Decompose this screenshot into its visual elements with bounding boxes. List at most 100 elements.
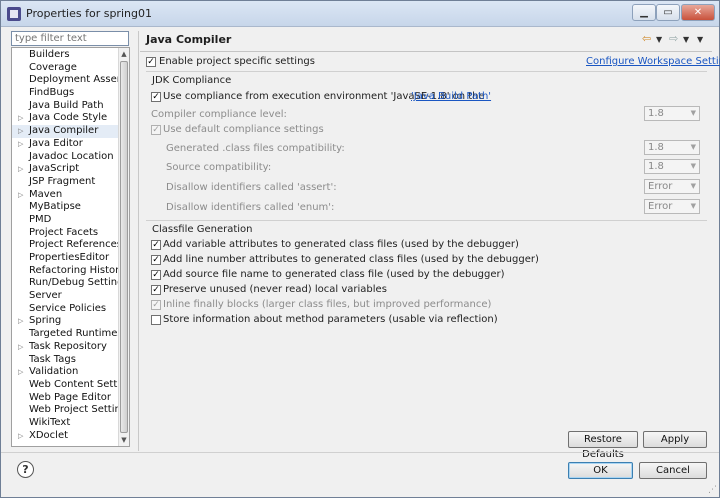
expand-arrow-icon[interactable]: ▷ [18, 163, 23, 176]
tree-item-label: Server [29, 290, 62, 302]
assert-identifier-label: Disallow identifiers called 'assert': [166, 182, 337, 193]
tree-item[interactable]: ▷ Maven [12, 189, 118, 202]
enum-identifier-select[interactable]: Error ▼ [644, 199, 700, 214]
scroll-thumb[interactable] [120, 61, 128, 433]
scroll-up-icon[interactable]: ▲ [119, 48, 129, 60]
classfile-option-checkbox[interactable]: ✓ [151, 240, 161, 250]
tree-item[interactable]: ▷ Java Compiler [12, 125, 118, 138]
classfile-option-checkbox[interactable]: ✓ [151, 270, 161, 280]
tree-item[interactable]: ▷ XDoclet [12, 430, 118, 443]
classfile-option-checkbox[interactable]: ✓ [151, 300, 161, 310]
restore-defaults-button[interactable]: Restore Defaults [568, 431, 638, 460]
tree-item[interactable]: Web Project Settings [12, 404, 129, 417]
assert-identifier-select[interactable]: Error ▼ [644, 179, 700, 194]
assert-identifier-value: Error [648, 181, 673, 192]
generated-compat-select[interactable]: 1.8 ▼ [644, 140, 700, 155]
tree-item-label: Javadoc Location [29, 150, 114, 162]
expand-arrow-icon[interactable]: ▷ [18, 315, 23, 328]
tree-item-label: Task Tags [29, 353, 76, 365]
enable-project-specific-checkbox[interactable]: ✓ [146, 57, 156, 67]
classfile-option-label: Preserve unused (never read) local varia… [163, 284, 387, 295]
ok-button[interactable]: OK [568, 462, 633, 479]
tree-item-label: Java Code Style [29, 112, 108, 124]
maximize-button[interactable]: ▭ [656, 4, 680, 21]
chevron-down-icon: ▼ [690, 182, 696, 190]
tree-item[interactable]: ▷ Validation [12, 366, 118, 379]
property-page-tree[interactable]: BuildersCoverageDeployment AssemblyFindB… [11, 47, 130, 447]
tree-item[interactable]: Web Page Editor [12, 392, 118, 405]
classfile-option-checkbox[interactable]: ✓ [151, 285, 161, 295]
tree-item-label: JSP Fragment [29, 175, 96, 187]
expand-arrow-icon[interactable]: ▷ [18, 366, 23, 379]
chevron-down-icon: ▼ [690, 162, 696, 170]
expand-arrow-icon[interactable]: ▷ [18, 430, 23, 443]
tree-item[interactable]: ▷ Spring [12, 315, 118, 328]
header-divider [140, 51, 712, 52]
tree-item-label: MyBatipse [29, 201, 81, 213]
tree-item[interactable]: WikiText [12, 417, 118, 430]
help-icon[interactable]: ? [17, 461, 34, 478]
tree-item[interactable]: MyBatipse [12, 201, 118, 214]
source-compat-value: 1.8 [648, 161, 664, 172]
title-bar[interactable]: Properties for spring01 ▁ ▭ ✕ [1, 1, 719, 27]
classfile-option-label: Inline finally blocks (larger class file… [163, 299, 492, 310]
tree-item-label: JavaScript [29, 163, 80, 175]
tree-item[interactable]: Targeted Runtimes [12, 328, 123, 341]
expand-arrow-icon[interactable]: ▷ [18, 138, 23, 151]
tree-item[interactable]: PropertiesEditor [12, 252, 118, 265]
tree-item[interactable]: Javadoc Location [12, 151, 118, 164]
tree-item[interactable]: PMD [12, 214, 118, 227]
back-arrow-icon[interactable]: ⇦ [642, 32, 651, 45]
expand-arrow-icon[interactable]: ▷ [18, 189, 23, 202]
page-header: Java Compiler ⇦ ▼ ⇨ ▼ ▼ [140, 30, 712, 50]
tree-item[interactable]: Task Tags [12, 354, 118, 367]
tree-item[interactable]: Web Content Settings [12, 379, 129, 392]
forward-history-chevron-icon[interactable]: ▼ [683, 35, 689, 44]
tree-item[interactable]: ▷ Task Repository [12, 341, 118, 354]
tree-item[interactable]: Deployment Assembly [12, 74, 129, 87]
source-compat-select[interactable]: 1.8 ▼ [644, 159, 700, 174]
pane-splitter[interactable] [138, 31, 139, 451]
enum-identifier-value: Error [648, 201, 673, 212]
tree-item[interactable]: JSP Fragment [12, 176, 118, 189]
close-button[interactable]: ✕ [681, 4, 715, 21]
tree-scrollbar[interactable]: ▲ ▼ [118, 48, 129, 446]
tree-item[interactable]: Service Policies [12, 303, 118, 316]
tree-item[interactable]: Refactoring History [12, 265, 125, 278]
tree-item[interactable]: Builders [12, 49, 118, 62]
minimize-button[interactable]: ▁ [632, 4, 656, 21]
tree-item[interactable]: ▷ Java Editor [12, 138, 118, 151]
tree-item[interactable]: ▷ Java Code Style [12, 112, 118, 125]
scroll-down-icon[interactable]: ▼ [119, 434, 129, 446]
configure-workspace-link[interactable]: Configure Workspace Settings... [586, 56, 720, 67]
classfile-option-checkbox[interactable] [151, 315, 161, 325]
view-menu-chevron-icon[interactable]: ▼ [697, 35, 703, 44]
use-env-compliance-checkbox[interactable]: ✓ [151, 92, 161, 102]
tree-item[interactable]: Run/Debug Settings [12, 277, 129, 290]
tree-item[interactable]: Coverage [12, 62, 118, 75]
forward-arrow-icon[interactable]: ⇨ [669, 32, 678, 45]
tree-item-label: WikiText [29, 416, 71, 428]
classfile-option-checkbox[interactable]: ✓ [151, 255, 161, 265]
tree-item[interactable]: FindBugs [12, 87, 118, 100]
tree-list: BuildersCoverageDeployment AssemblyFindB… [12, 49, 129, 443]
expand-arrow-icon[interactable]: ▷ [18, 125, 23, 138]
filter-input[interactable] [11, 31, 129, 46]
compliance-level-select[interactable]: 1.8 ▼ [644, 106, 700, 121]
apply-button[interactable]: Apply [643, 431, 707, 448]
tree-item-label: Refactoring History [29, 264, 126, 276]
tree-item-label: Web Page Editor [29, 391, 111, 403]
tree-item[interactable]: Project References [12, 239, 122, 252]
expand-arrow-icon[interactable]: ▷ [18, 341, 23, 354]
back-history-chevron-icon[interactable]: ▼ [656, 35, 662, 44]
resize-grip-icon[interactable]: ⋰ [708, 485, 717, 495]
tree-item[interactable]: ▷ JavaScript [12, 163, 118, 176]
tree-item[interactable]: Project Facets [12, 227, 118, 240]
tree-item[interactable]: Java Build Path [12, 100, 118, 113]
expand-arrow-icon[interactable]: ▷ [18, 112, 23, 125]
cancel-button[interactable]: Cancel [639, 462, 707, 479]
use-default-compliance-checkbox[interactable]: ✓ [151, 125, 161, 135]
java-build-path-link[interactable]: 'Java Build Path' [411, 91, 491, 102]
tree-item[interactable]: Server [12, 290, 118, 303]
tree-item-label: Project Facets [29, 226, 99, 238]
